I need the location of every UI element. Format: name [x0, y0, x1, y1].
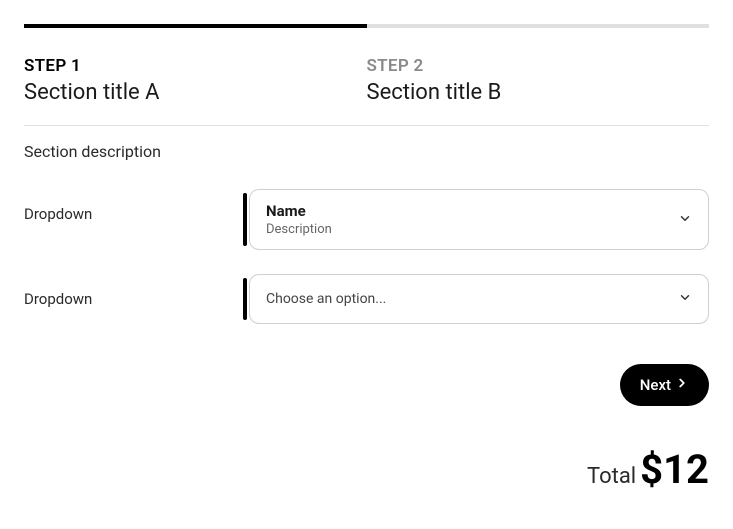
chevron-down-icon [678, 290, 692, 309]
step-number-2: STEP 2 [367, 56, 710, 76]
dropdown-2-placeholder: Choose an option... [266, 291, 664, 307]
dropdown-wrap-1: Name Description [249, 189, 709, 250]
step-header-1[interactable]: STEP 1 Section title A [24, 56, 367, 105]
total-row: Total $12 [24, 446, 709, 493]
dropdown-2[interactable]: Choose an option... [249, 274, 709, 324]
next-button[interactable]: Next [620, 364, 709, 406]
step-title-1: Section title A [24, 80, 367, 105]
dropdown-accent-1 [243, 193, 247, 246]
dropdown-1[interactable]: Name Description [249, 189, 709, 250]
dropdown-accent-2 [243, 278, 247, 320]
section-description: Section description [24, 142, 709, 161]
dropdown-wrap-2: Choose an option... [249, 274, 709, 324]
total-value: $12 [640, 446, 709, 493]
dropdown-1-name: Name [266, 202, 664, 220]
actions-row: Next [24, 364, 709, 406]
step-header-2[interactable]: STEP 2 Section title B [367, 56, 710, 105]
divider [24, 125, 709, 126]
field-label-2: Dropdown [24, 274, 249, 308]
steps-progress-bar [24, 24, 709, 28]
total-label: Total [587, 464, 636, 489]
steps-labels: STEP 1 Section title A STEP 2 Section ti… [24, 56, 709, 105]
field-label-1: Dropdown [24, 189, 249, 223]
step-bar-1 [24, 24, 367, 28]
form-row-2: Dropdown Choose an option... [24, 274, 709, 324]
form-row-1: Dropdown Name Description [24, 189, 709, 250]
chevron-down-icon [678, 210, 692, 229]
dropdown-1-desc: Description [266, 222, 664, 237]
step-number-1: STEP 1 [24, 56, 367, 76]
step-title-2: Section title B [367, 80, 710, 105]
form-wizard: STEP 1 Section title A STEP 2 Section ti… [0, 0, 733, 513]
next-button-label: Next [640, 376, 671, 394]
chevron-right-icon [675, 376, 689, 394]
step-bar-2 [367, 24, 710, 28]
